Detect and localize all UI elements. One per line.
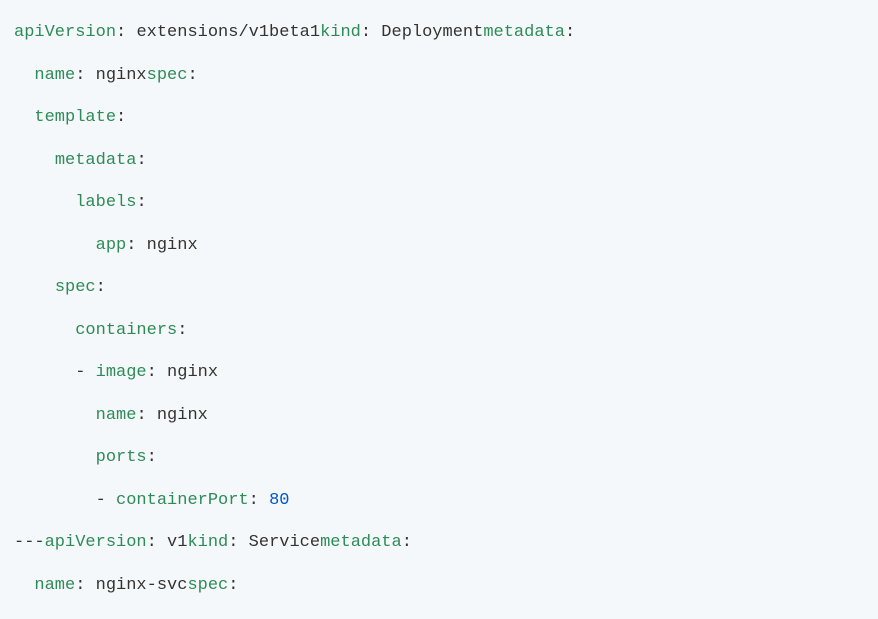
code-token-key: ports [96, 448, 147, 467]
code-token-punct: : [361, 23, 381, 42]
code-token-str: nginx-svc [96, 576, 188, 595]
code-token-punct: : [147, 533, 167, 552]
code-token-punct: : [136, 193, 146, 212]
code-token-key: name [34, 576, 75, 595]
code-token-key: kind [320, 23, 361, 42]
code-token-key: image [96, 363, 147, 382]
code-token-punct: : [187, 66, 197, 85]
code-token-punct: : [75, 66, 95, 85]
code-token-str: Service [249, 533, 320, 552]
code-token-str: nginx [157, 406, 208, 425]
code-token-dash: - [96, 491, 116, 510]
code-token-punct: : [565, 23, 575, 42]
code-token-punct: : [75, 576, 95, 595]
code-token-key: name [96, 406, 137, 425]
code-token-key: metadata [55, 151, 137, 170]
code-token-dash: - [75, 363, 95, 382]
code-token-punct: : [136, 406, 156, 425]
code-token-str: extensions/v1beta1 [136, 23, 320, 42]
code-token-key: name [34, 66, 75, 85]
code-token-punct: : [96, 278, 106, 297]
code-token-key: metadata [320, 533, 402, 552]
code-token-punct: : [136, 151, 146, 170]
code-token-str: Deployment [381, 23, 483, 42]
code-token-punct: : [228, 533, 248, 552]
code-token-key: labels [75, 193, 136, 212]
code-token-key: metadata [483, 23, 565, 42]
code-token-punct: : [116, 23, 136, 42]
code-token-key: spec [187, 576, 228, 595]
code-token-punct: : [116, 108, 126, 127]
code-token-dash: --- [14, 533, 45, 552]
code-token-key: containerPort [116, 491, 249, 510]
code-token-punct: : [228, 576, 238, 595]
code-token-str: nginx [147, 236, 198, 255]
code-token-key: spec [55, 278, 96, 297]
code-token-key: spec [147, 66, 188, 85]
code-token-key: app [96, 236, 127, 255]
code-token-key: apiVersion [14, 23, 116, 42]
code-token-punct: : [147, 363, 167, 382]
code-token-key: kind [187, 533, 228, 552]
yaml-code-block: apiVersion: extensions/v1beta1kind: Depl… [0, 0, 878, 619]
code-token-punct: : [126, 236, 146, 255]
code-token-punct: : [249, 491, 269, 510]
code-token-key: containers [75, 321, 177, 340]
code-token-num: 80 [269, 491, 289, 510]
code-token-str: v1 [167, 533, 187, 552]
code-token-punct: : [402, 533, 412, 552]
code-token-key: apiVersion [45, 533, 147, 552]
code-token-punct: : [177, 321, 187, 340]
code-token-key: template [34, 108, 116, 127]
code-token-punct: : [147, 448, 157, 467]
code-token-str: nginx [96, 66, 147, 85]
code-token-str: nginx [167, 363, 218, 382]
